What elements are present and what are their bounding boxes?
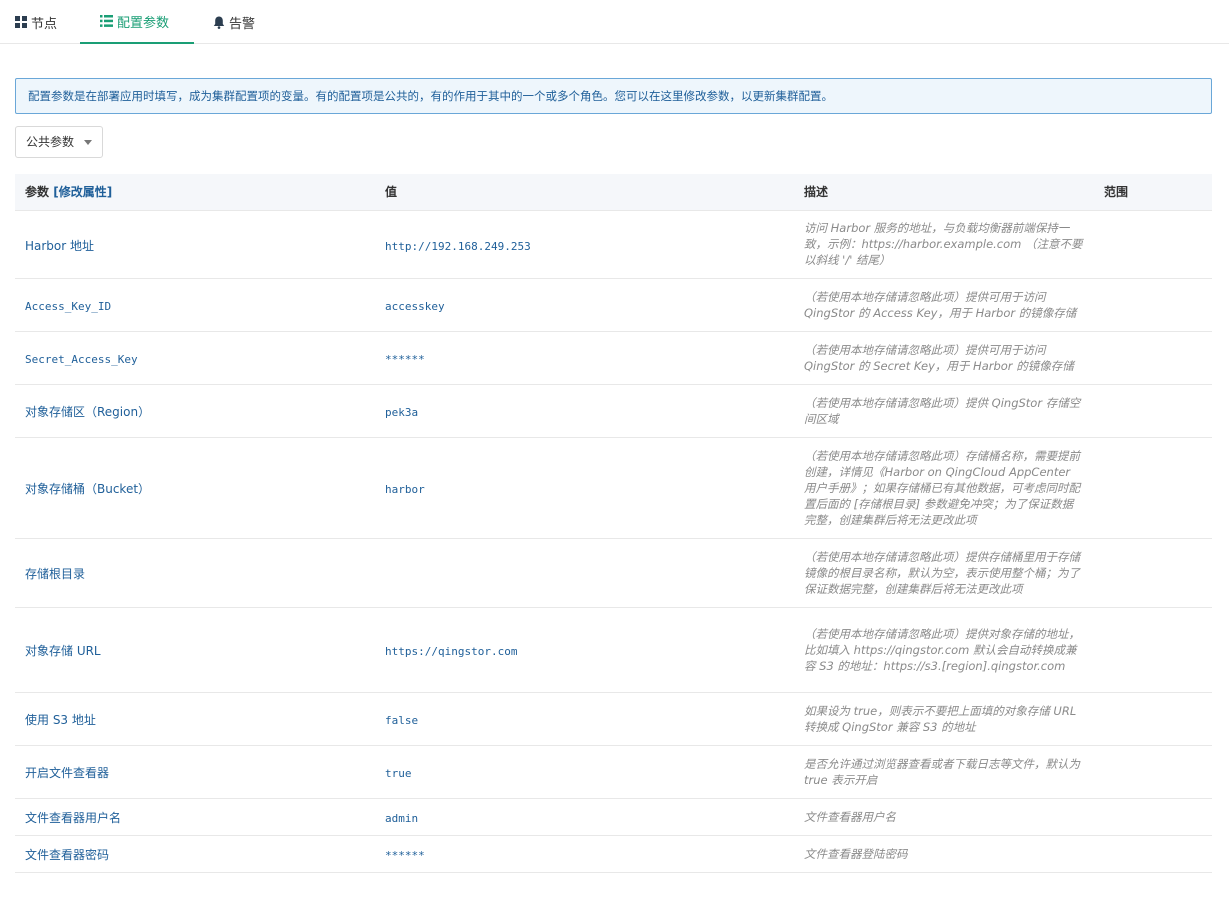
table-row: 存储根目录 （若使用本地存储请忽略此项）提供存储桶里用于存储镜像的根目录名称，默认… bbox=[15, 538, 1212, 608]
notice-text: 配置参数是在部署应用时填写，成为集群配置项的变量。有的配置项是公共的，有的作用于… bbox=[28, 89, 833, 103]
param-value-cell: pek3a bbox=[375, 384, 794, 438]
param-name: Secret_Access_Key bbox=[25, 353, 138, 366]
tab-alerts[interactable]: 告警 bbox=[213, 0, 273, 44]
edit-properties-link[interactable]: [修改属性] bbox=[53, 185, 112, 199]
param-value: false bbox=[385, 714, 419, 727]
param-name: 对象存储桶（Bucket） bbox=[25, 482, 151, 496]
param-value: admin bbox=[385, 812, 419, 825]
info-notice: 配置参数是在部署应用时填写，成为集群配置项的变量。有的配置项是公共的，有的作用于… bbox=[15, 78, 1212, 114]
param-scope bbox=[1094, 278, 1212, 332]
caret-down-icon bbox=[84, 140, 92, 145]
header-desc: 描述 bbox=[794, 174, 1094, 211]
param-name: 文件查看器用户名 bbox=[25, 811, 122, 825]
grid-icon bbox=[15, 16, 27, 28]
param-scope bbox=[1094, 835, 1212, 873]
param-scope bbox=[1094, 692, 1212, 746]
param-scope bbox=[1094, 745, 1212, 799]
param-name-cell: 对象存储区（Region） bbox=[15, 384, 375, 438]
table-row: 对象存储桶（Bucket） harbor （若使用本地存储请忽略此项）存储桶名称，需… bbox=[15, 437, 1212, 539]
tab-config-params[interactable]: 配置参数 bbox=[80, 0, 194, 44]
param-name: Access_Key_ID bbox=[25, 300, 112, 313]
param-description: 文件查看器登陆密码 bbox=[794, 835, 1094, 873]
header-value: 值 bbox=[375, 174, 794, 211]
param-value-cell: admin bbox=[375, 798, 794, 836]
param-value-cell: http://192.168.249.253 bbox=[375, 210, 794, 279]
table-row: Harbor 地址 http://192.168.249.253 访问 Harbor… bbox=[15, 210, 1212, 279]
param-description: （若使用本地存储请忽略此项）提供存储桶里用于存储镜像的根目录名称，默认为空，表示… bbox=[794, 538, 1094, 608]
tab-label: 节点 bbox=[31, 16, 58, 32]
tab-label: 告警 bbox=[229, 16, 256, 32]
param-value-cell: ****** bbox=[375, 835, 794, 873]
param-description: 访问 Harbor 服务的地址，与负载均衡器前端保持一致，示例：https://… bbox=[794, 210, 1094, 279]
param-value: ****** bbox=[385, 849, 425, 862]
param-name-cell: 开启文件查看器 bbox=[15, 745, 375, 799]
param-value: https://qingstor.com bbox=[385, 645, 518, 658]
param-value: accesskey bbox=[385, 300, 445, 313]
param-name-cell: 存储根目录 bbox=[15, 538, 375, 608]
param-value-cell: false bbox=[375, 692, 794, 746]
param-name: 对象存储区（Region） bbox=[25, 405, 151, 419]
param-scope bbox=[1094, 798, 1212, 836]
table-row: 文件查看器用户名 admin 文件查看器用户名 bbox=[15, 798, 1212, 836]
param-scope-select[interactable]: 公共参数 bbox=[15, 126, 103, 158]
table-row: Secret_Access_Key ****** （若使用本地存储请忽略此项）提供可… bbox=[15, 331, 1212, 385]
param-name-cell: Secret_Access_Key bbox=[15, 331, 375, 385]
bell-icon bbox=[213, 16, 225, 29]
table-row: 开启文件查看器 true 是否允许通过浏览器查看或者下载日志等文件，默认为 true… bbox=[15, 745, 1212, 799]
tab-nodes[interactable]: 节点 bbox=[15, 0, 75, 44]
param-value-cell: accesskey bbox=[375, 278, 794, 332]
list-icon bbox=[100, 15, 113, 27]
param-scope bbox=[1094, 538, 1212, 608]
param-value: harbor bbox=[385, 483, 425, 496]
param-value: pek3a bbox=[385, 406, 419, 419]
param-value: ****** bbox=[385, 353, 425, 366]
param-description: 是否允许通过浏览器查看或者下载日志等文件，默认为 true 表示开启 bbox=[794, 745, 1094, 799]
param-value-cell: https://qingstor.com bbox=[375, 607, 794, 693]
param-scope bbox=[1094, 331, 1212, 385]
param-scope bbox=[1094, 607, 1212, 693]
select-value: 公共参数 bbox=[26, 135, 75, 149]
param-description: （若使用本地存储请忽略此项）提供可用于访问 QingStor 的 Secret … bbox=[794, 331, 1094, 385]
param-name: 存储根目录 bbox=[25, 567, 86, 581]
param-value: http://192.168.249.253 bbox=[385, 239, 531, 253]
param-name-cell: 对象存储桶（Bucket） bbox=[15, 437, 375, 539]
tab-bar: 节点 配置参数 告警 bbox=[0, 0, 1229, 44]
param-description: 文件查看器用户名 bbox=[794, 798, 1094, 836]
param-description: （若使用本地存储请忽略此项）提供对象存储的地址，比如填入 https://qin… bbox=[794, 607, 1094, 693]
table-row: 使用 S3 地址 false 如果设为 true，则表示不要把上面填的对象存储 UR… bbox=[15, 692, 1212, 746]
header-param-label: 参数 bbox=[25, 185, 50, 200]
param-name: 开启文件查看器 bbox=[25, 766, 110, 780]
param-name-cell: 文件查看器用户名 bbox=[15, 798, 375, 836]
table-row: 对象存储区（Region） pek3a （若使用本地存储请忽略此项）提供 QingS… bbox=[15, 384, 1212, 438]
param-name-cell: 使用 S3 地址 bbox=[15, 692, 375, 746]
tab-label: 配置参数 bbox=[117, 15, 170, 31]
param-scope bbox=[1094, 384, 1212, 438]
param-name: 对象存储 URL bbox=[25, 644, 101, 658]
param-value: true bbox=[385, 767, 412, 780]
param-name: 使用 S3 地址 bbox=[25, 713, 96, 727]
param-value-cell: ****** bbox=[375, 331, 794, 385]
header-scope: 范围 bbox=[1094, 174, 1212, 211]
param-name-cell: 文件查看器密码 bbox=[15, 835, 375, 873]
param-name: Harbor 地址 bbox=[25, 238, 95, 253]
param-value-cell bbox=[375, 538, 794, 608]
param-name-cell: 对象存储 URL bbox=[15, 607, 375, 693]
param-value-cell: harbor bbox=[375, 437, 794, 539]
table-row: 文件查看器密码 ****** 文件查看器登陆密码 bbox=[15, 835, 1212, 873]
header-param: 参数 [修改属性] bbox=[15, 174, 375, 211]
param-value-cell: true bbox=[375, 745, 794, 799]
table-row: 对象存储 URL https://qingstor.com （若使用本地存储请忽略此… bbox=[15, 607, 1212, 693]
param-name: 文件查看器密码 bbox=[25, 848, 110, 862]
table-header-row: 参数 [修改属性] 值 描述 范围 bbox=[15, 174, 1212, 211]
param-name-cell: Access_Key_ID bbox=[15, 278, 375, 332]
table-row: Access_Key_ID accesskey （若使用本地存储请忽略此项）提供可用… bbox=[15, 278, 1212, 332]
param-scope bbox=[1094, 210, 1212, 279]
param-description: （若使用本地存储请忽略此项）提供 QingStor 存储空间区域 bbox=[794, 384, 1094, 438]
param-description: （若使用本地存储请忽略此项）提供可用于访问 QingStor 的 Access … bbox=[794, 278, 1094, 332]
param-name-cell: Harbor 地址 bbox=[15, 210, 375, 279]
param-description: 如果设为 true，则表示不要把上面填的对象存储 URL 转换成 QingSto… bbox=[794, 692, 1094, 746]
params-table: 参数 [修改属性] 值 描述 范围 Harbor 地址 http://192.16… bbox=[15, 174, 1212, 873]
param-scope bbox=[1094, 437, 1212, 539]
param-description: （若使用本地存储请忽略此项）存储桶名称，需要提前创建，详情见《Harbor on… bbox=[794, 437, 1094, 539]
